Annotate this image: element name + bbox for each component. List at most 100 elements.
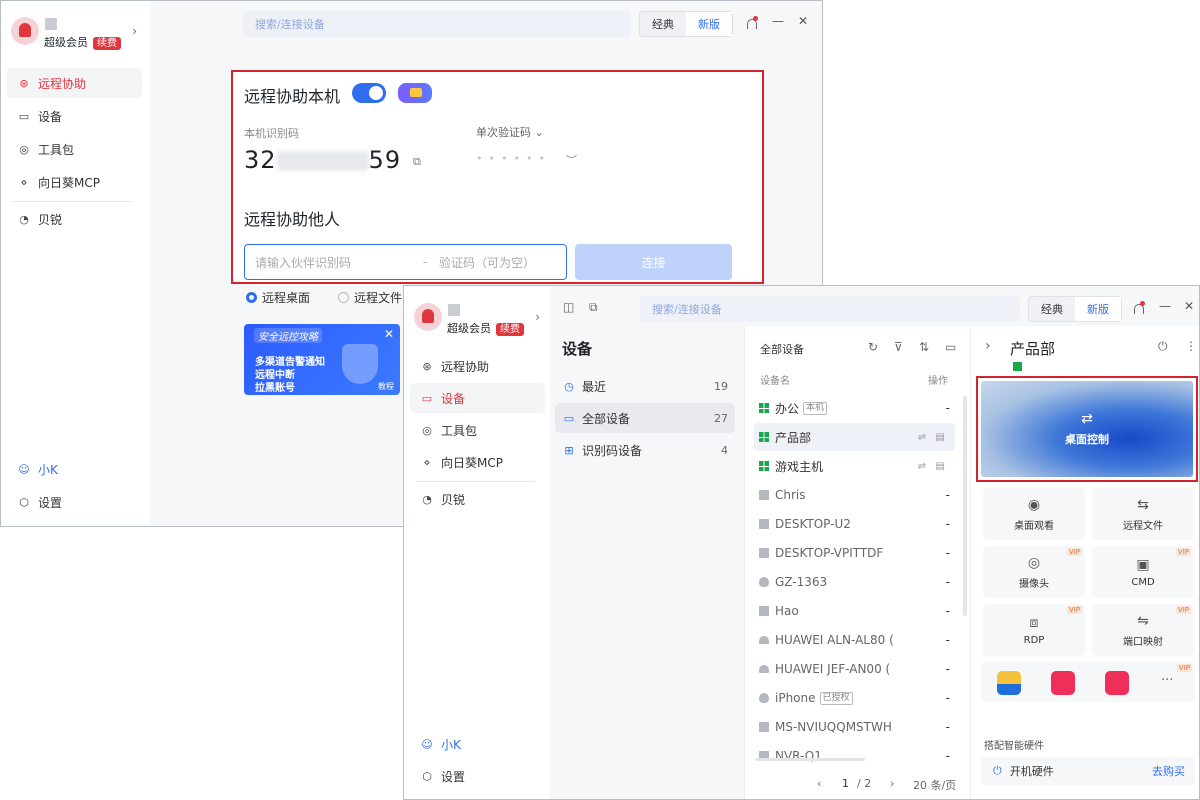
sidebar-item-assistant[interactable]: ☺ 小K xyxy=(410,729,545,759)
row-op[interactable]: - xyxy=(946,517,950,531)
mode-classic[interactable]: 经典 xyxy=(1029,297,1075,321)
current-page[interactable]: 1 xyxy=(842,777,849,790)
table-row[interactable]: 产品部 ⇌ ▤ xyxy=(754,423,955,451)
minimize-icon[interactable]: — xyxy=(772,14,784,28)
per-page-select[interactable]: 20 条/页 xyxy=(913,777,956,793)
table-row[interactable]: DESKTOP-VPITTDF - xyxy=(754,539,955,567)
chevron-right-icon[interactable]: › xyxy=(132,24,137,38)
sidebar-item-oray[interactable]: ◔ 贝锐 xyxy=(7,204,142,234)
chevron-right-icon[interactable]: › xyxy=(535,310,540,324)
tile-rdp[interactable]: VIP ⧈ RDP xyxy=(983,604,1085,656)
tile-cmd[interactable]: VIP ▣ CMD xyxy=(1092,546,1194,598)
row-op[interactable]: - xyxy=(946,720,950,734)
table-row[interactable]: HUAWEI ALN-AL80 (- xyxy=(754,626,955,654)
folder-icon[interactable] xyxy=(997,671,1021,695)
next-page-icon[interactable]: › xyxy=(890,777,894,790)
horizontal-scrollbar[interactable] xyxy=(755,758,865,761)
tutorial-label[interactable]: 教程 xyxy=(378,381,394,392)
sunlogin-app-icon[interactable] xyxy=(1105,671,1129,695)
sidebar-item-assistant[interactable]: ☺ 小K xyxy=(7,454,142,484)
mode-new[interactable]: 新版 xyxy=(686,12,732,36)
row-op[interactable]: - xyxy=(946,575,950,589)
row-op[interactable]: - xyxy=(946,749,950,763)
table-row[interactable]: HUAWEI JEF-AN00 (- xyxy=(754,655,955,683)
category-all-devices[interactable]: ▭ 全部设备 27 xyxy=(555,403,735,433)
bell-icon[interactable] xyxy=(746,16,758,31)
sidebar-item-oray[interactable]: ◔ 贝锐 xyxy=(410,484,545,514)
minimize-icon[interactable]: — xyxy=(1159,299,1171,313)
search-input[interactable]: 搜索/连接设备 xyxy=(243,11,631,37)
buy-link[interactable]: 去购买 xyxy=(1152,763,1185,779)
power-icon[interactable]: ⏻ xyxy=(1158,339,1168,354)
row-op[interactable]: - xyxy=(946,546,950,560)
tile-camera[interactable]: VIP ◎ 摄像头 xyxy=(983,546,1085,598)
mode-classic[interactable]: 经典 xyxy=(640,12,686,36)
close-icon[interactable]: ✕ xyxy=(1184,299,1194,313)
partner-input[interactable]: 请输入伙伴识别码 - 验证码（可为空） xyxy=(244,244,567,280)
row-op[interactable]: - xyxy=(946,604,950,618)
eye-closed-icon[interactable]: ︶ xyxy=(566,152,577,168)
screen-share-badge-icon[interactable] xyxy=(398,83,432,103)
tile-port-mapping[interactable]: VIP ⇋ 端口映射 xyxy=(1092,604,1194,656)
more-icon[interactable]: ··· xyxy=(1161,673,1173,688)
close-icon[interactable]: ✕ xyxy=(798,14,808,28)
layout-icon[interactable]: ▭ xyxy=(945,340,956,354)
filter-icon[interactable]: ⊽ xyxy=(894,340,903,354)
promo-banner[interactable]: 安全远控攻略 多渠道告警通知 远程中断 拉黑账号 ✕ 教程 xyxy=(244,324,400,395)
sunlogin-app-icon[interactable] xyxy=(1051,671,1075,695)
table-row[interactable]: Chris - xyxy=(754,481,955,509)
sidebar-item-mcp[interactable]: ⋄ 向日葵MCP xyxy=(410,447,545,477)
sidebar-toggle-icon[interactable]: ◫ xyxy=(563,300,574,314)
sidebar-item-settings[interactable]: ⬡ 设置 xyxy=(410,761,545,791)
hardware-row[interactable]: ⏻ 开机硬件 去购买 xyxy=(981,757,1195,785)
sidebar-item-toolkit[interactable]: ◎ 工具包 xyxy=(410,415,545,445)
prev-page-icon[interactable]: ‹ xyxy=(817,777,821,790)
table-row[interactable]: 游戏主机 ⇌ ▤ xyxy=(754,452,955,480)
renew-badge[interactable]: 续费 xyxy=(496,323,524,336)
table-row[interactable]: GZ-1363 - xyxy=(754,568,955,596)
refresh-icon[interactable]: ↻ xyxy=(868,340,878,354)
assist-self-toggle[interactable] xyxy=(352,83,386,103)
connect-button[interactable]: 连接 xyxy=(575,244,732,280)
search-input[interactable]: 搜索/连接设备 xyxy=(640,296,1020,322)
bell-icon[interactable] xyxy=(1133,301,1145,316)
sidebar-item-remote-assist[interactable]: ⊛ 远程协助 xyxy=(410,351,545,381)
row-op[interactable]: - xyxy=(946,401,950,415)
radio-remote-file[interactable]: 远程文件 xyxy=(338,289,402,306)
row-op[interactable]: - xyxy=(946,691,950,705)
scrollbar[interactable] xyxy=(963,396,967,616)
table-row[interactable]: DESKTOP-U2 - xyxy=(754,510,955,538)
row-action-icons[interactable]: ⇌ ▤ xyxy=(918,432,945,443)
table-row[interactable]: iPhone 已授权 - xyxy=(754,684,955,712)
row-op[interactable]: - xyxy=(946,488,950,502)
sidebar-item-settings[interactable]: ⬡ 设置 xyxy=(7,487,142,517)
renew-badge[interactable]: 续费 xyxy=(93,37,121,50)
category-id-devices[interactable]: ⊞ 识别码设备 4 xyxy=(555,435,735,465)
chevron-right-icon[interactable]: › xyxy=(985,338,991,354)
copy-icon[interactable]: ⧉ xyxy=(413,155,421,169)
sidebar-item-mcp[interactable]: ⋄ 向日葵MCP xyxy=(7,167,142,197)
table-row[interactable]: Hao - xyxy=(754,597,955,625)
sidebar-item-devices[interactable]: ▭ 设备 xyxy=(410,383,545,413)
sidebar-item-devices[interactable]: ▭ 设备 xyxy=(7,101,142,131)
profile-card[interactable]: 超级会员 续费 › xyxy=(11,15,141,55)
mode-new[interactable]: 新版 xyxy=(1075,297,1121,321)
sort-icon[interactable]: ⇅ xyxy=(919,340,929,354)
code-type-dropdown[interactable]: 单次验证码 ⌄ xyxy=(476,124,544,140)
table-row[interactable]: MS-NVIUQQMSTWH - xyxy=(754,713,955,741)
profile-card[interactable]: 超级会员 续费 › xyxy=(414,301,544,341)
row-op[interactable]: - xyxy=(946,633,950,647)
sidebar-item-toolkit[interactable]: ◎ 工具包 xyxy=(7,134,142,164)
row-op[interactable]: - xyxy=(946,662,950,676)
close-icon[interactable]: ✕ xyxy=(384,327,394,341)
more-vertical-icon[interactable]: ⋮ xyxy=(1185,339,1197,353)
row-action-icons[interactable]: ⇌ ▤ xyxy=(918,461,945,472)
desktop-control-card[interactable]: ⇄ 桌面控制 xyxy=(976,376,1198,482)
tile-desktop-view[interactable]: ◉ 桌面观看 xyxy=(983,488,1085,540)
table-row[interactable]: NVR-Q1- xyxy=(754,742,955,770)
category-recent[interactable]: ◷ 最近 19 xyxy=(555,371,735,401)
sidebar-item-remote-assist[interactable]: ⊛ 远程协助 xyxy=(7,68,142,98)
new-window-icon[interactable]: ⧉ xyxy=(589,300,598,315)
radio-remote-desktop[interactable]: 远程桌面 xyxy=(246,289,310,306)
tile-remote-file[interactable]: ⇆ 远程文件 xyxy=(1092,488,1194,540)
